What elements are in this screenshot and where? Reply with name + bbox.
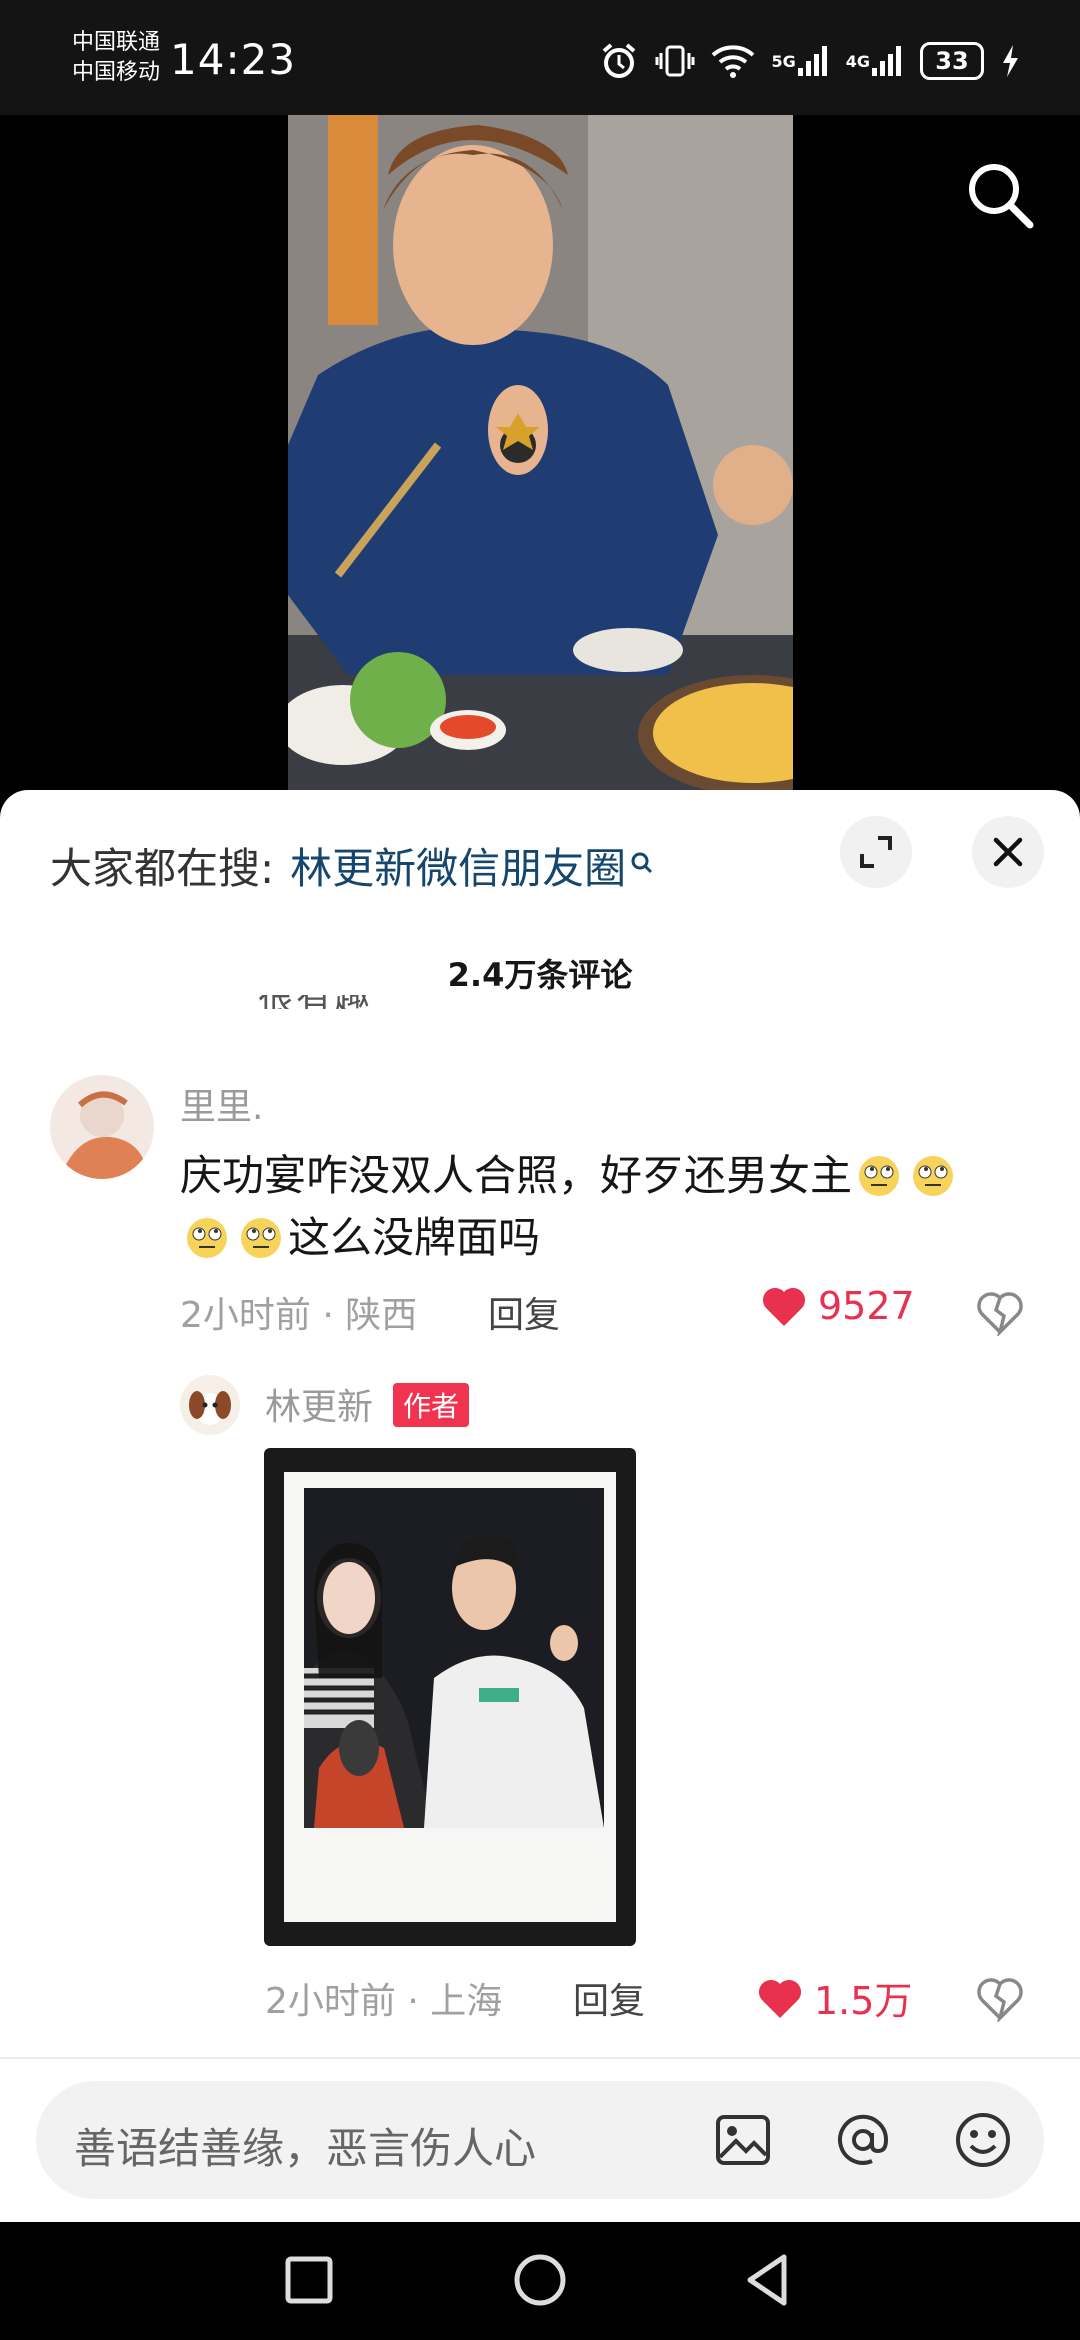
comment-input-bar: 善语结善缘，恶言伤人心 (0, 2057, 1080, 2224)
smiley-icon (956, 2113, 1010, 2167)
carrier-2: 中国移动 (72, 60, 161, 85)
reply-button[interactable]: 回复 (573, 1972, 645, 2024)
rolling-eyes-emoji-icon (234, 1215, 288, 1259)
recents-button[interactable] (276, 2247, 342, 2313)
comment-username[interactable]: 里里. (180, 1078, 263, 1130)
like-count: 9527 (818, 1284, 915, 1328)
trending-search-term[interactable]: 林更新微信朋友圈 (290, 835, 626, 896)
comment-input[interactable]: 善语结善缘，恶言伤人心 (36, 2081, 1044, 2199)
like-count: 1.5万 (814, 1979, 913, 2023)
status-bar: 中国联通 中国移动 14:23 5G 4G 33 (0, 0, 1080, 115)
dislike-button[interactable] (975, 1976, 1025, 2024)
signal-5g-icon: 5G (771, 44, 829, 78)
comment-sheet: 大家都在搜: 林更新微信朋友圈 2.4万条评论 很有趣 里里. 庆功宴咋没双人合… (0, 790, 1080, 2222)
home-button[interactable] (507, 2247, 573, 2313)
comment-input-placeholder: 善语结善缘，恶言伤人心 (74, 2124, 537, 2173)
close-icon (993, 837, 1023, 867)
reply-photo[interactable] (264, 1448, 636, 1946)
emoji-button[interactable] (952, 2109, 1014, 2171)
broken-heart-icon (977, 1978, 1023, 2024)
reply-meta: 2小时前 · 上海 (265, 1981, 503, 2022)
rolling-eyes-emoji-icon (852, 1153, 906, 1197)
small-search-icon (630, 836, 654, 885)
video-still-image (288, 115, 793, 800)
mention-button[interactable] (832, 2109, 894, 2171)
author-username[interactable]: 林更新 (265, 1378, 373, 1430)
scrolled-comment-fragment: 很有趣 (258, 995, 418, 1009)
expand-icon (860, 836, 892, 868)
charging-icon (1000, 43, 1020, 79)
status-icons: 5G 4G 33 (599, 36, 1020, 86)
signal-4g-icon: 4G (846, 44, 904, 78)
clock: 14:23 (170, 35, 297, 84)
like-button[interactable]: 9527 (760, 1284, 915, 1328)
battery-icon: 33 (920, 42, 984, 80)
video-frame (288, 115, 793, 800)
system-navigation-bar (0, 2222, 1080, 2340)
video-search-button[interactable] (960, 155, 1040, 235)
image-picker-button[interactable] (712, 2109, 774, 2171)
trending-search-prefix: 大家都在搜: (50, 843, 275, 893)
carrier-labels: 中国联通 中国移动 (72, 28, 160, 88)
reply-button[interactable]: 回复 (488, 1286, 560, 1338)
wifi-icon (711, 43, 755, 79)
video-player[interactable] (0, 115, 1080, 800)
expand-button[interactable] (840, 816, 912, 888)
at-icon (838, 2114, 889, 2165)
rolling-eyes-emoji-icon (906, 1153, 960, 1197)
alarm-icon (599, 41, 639, 81)
square-icon (285, 2256, 333, 2304)
broken-heart-icon (977, 1292, 1023, 1338)
comment-count: 2.4万条评论 (447, 956, 633, 994)
rolling-eyes-emoji-icon (180, 1215, 234, 1259)
back-button[interactable] (736, 2247, 802, 2313)
dislike-button[interactable] (975, 1290, 1025, 1338)
heart-icon (758, 1979, 802, 2018)
circle-icon (514, 2254, 566, 2306)
comment-text: 庆功宴咋没双人合照，好歹还男女主 这么没牌面吗 (180, 1145, 1040, 1269)
back-triangle-icon (747, 2254, 787, 2306)
search-icon (969, 164, 1034, 229)
trending-search[interactable]: 大家都在搜: 林更新微信朋友圈 (50, 830, 654, 900)
author-avatar[interactable] (180, 1375, 240, 1435)
image-icon (716, 2115, 770, 2165)
comment-meta: 2小时前 · 陕西 (180, 1295, 418, 1336)
like-button[interactable]: 1.5万 (756, 1970, 912, 2025)
avatar[interactable] (50, 1075, 154, 1179)
vibrate-icon (655, 41, 695, 81)
close-button[interactable] (972, 816, 1044, 888)
carrier-1: 中国联通 (72, 30, 161, 55)
author-badge: 作者 (393, 1383, 470, 1427)
heart-icon (762, 1287, 806, 1326)
